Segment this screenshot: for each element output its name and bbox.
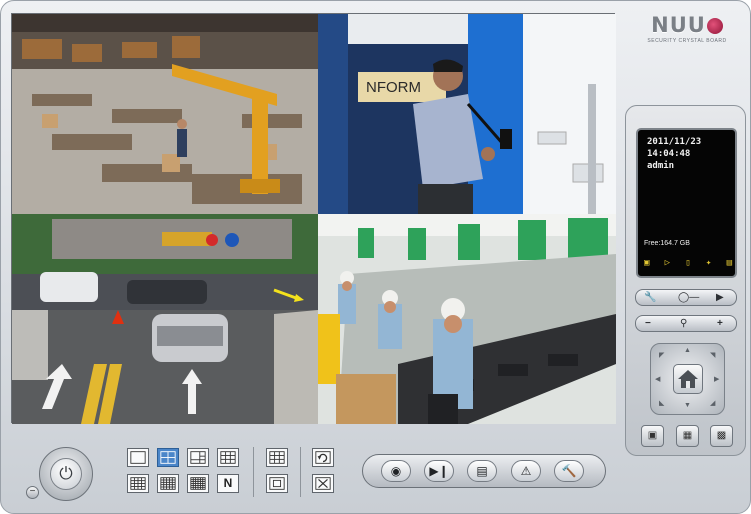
minimize-button[interactable]: − xyxy=(26,486,39,499)
pan-up-left-button[interactable]: ◤ xyxy=(659,351,664,359)
camera-view-4[interactable] xyxy=(318,214,616,424)
phone-icon: ▯ xyxy=(685,258,691,268)
schedule-icon: ▤ xyxy=(476,464,488,478)
zoom-control-row: − ⚲ + xyxy=(635,315,737,332)
dial-icon[interactable]: ◯― xyxy=(678,290,699,305)
home-icon xyxy=(678,370,698,388)
close-icon xyxy=(315,477,331,490)
record-button[interactable]: ◉ xyxy=(381,460,411,482)
toolbar-divider xyxy=(300,447,301,497)
pan-down-left-button[interactable]: ◣ xyxy=(659,399,664,407)
layout-3x3-button[interactable] xyxy=(217,448,239,467)
layout-n-button[interactable]: N xyxy=(217,474,239,493)
camera-view-2[interactable]: NFORM xyxy=(318,14,616,214)
network-icon: ▤ xyxy=(726,258,732,268)
layout-6x6-icon xyxy=(190,477,206,490)
refresh-icon xyxy=(315,451,331,464)
pan-up-right-button[interactable]: ◥ xyxy=(710,351,715,359)
status-date: 2011/11/23 xyxy=(647,137,702,147)
main-window: NFORM NUU SECURITY CRYSTAL BOARD 2011/11… xyxy=(0,0,751,514)
preset-3-icon: ▩ xyxy=(716,430,727,441)
pan-up-button[interactable]: ▲ xyxy=(684,347,691,354)
layout-1plus3-button[interactable] xyxy=(187,448,209,467)
logo-subtitle: SECURITY CRYSTAL BOARD xyxy=(647,38,727,44)
power-button[interactable]: ⏻ xyxy=(39,447,93,501)
full-grid-button[interactable] xyxy=(266,448,288,467)
layout-1plus3-icon xyxy=(190,451,206,464)
layout-5x5-icon xyxy=(160,477,176,490)
layout-5x5-button[interactable] xyxy=(157,474,179,493)
layout-1x1-icon xyxy=(130,451,146,464)
alert-icon: ⚠ xyxy=(520,464,532,478)
settings-icon[interactable]: 🔧 xyxy=(644,290,656,305)
status-time: 14:04:48 xyxy=(647,149,691,159)
alert-button[interactable]: ⚠ xyxy=(511,460,541,482)
logo-wordmark: NUU xyxy=(637,13,737,37)
pan-right-button[interactable]: ▶ xyxy=(714,375,719,383)
free-space-readout: Free:164.7 GB xyxy=(644,240,690,247)
status-user: admin xyxy=(647,161,675,171)
pan-left-button[interactable]: ◀ xyxy=(655,375,660,383)
preset-3-button[interactable]: ▩ xyxy=(710,425,733,447)
layout-4x4-icon xyxy=(130,477,146,490)
layout-4x4-button[interactable] xyxy=(127,474,149,493)
home-button[interactable] xyxy=(673,364,703,394)
logo-text: NUU xyxy=(651,13,706,37)
preset-2-button[interactable]: ▦ xyxy=(676,425,699,447)
main-toolbar: ◉ ▶❙ ▤ ⚠ 🔨 xyxy=(362,454,606,488)
close-view-button[interactable] xyxy=(312,474,334,493)
brand-logo: NUU SECURITY CRYSTAL BOARD xyxy=(637,13,737,53)
layout-2x2-button[interactable] xyxy=(157,448,179,467)
ptz-control-row: 🔧 ◯― ▶ xyxy=(635,289,737,306)
zoom-out-button[interactable]: − xyxy=(645,316,651,331)
speaker-icon: ▷ xyxy=(664,258,671,268)
video-grid: NFORM xyxy=(11,13,616,424)
status-icons: ▣ ▷ ▯ ✦ ▤ xyxy=(644,256,732,270)
monitor-icon: ▣ xyxy=(644,258,650,268)
refresh-button[interactable] xyxy=(312,448,334,467)
toolbar-divider xyxy=(253,447,254,497)
full-grid-icon xyxy=(269,451,285,464)
schedule-button[interactable]: ▤ xyxy=(467,460,497,482)
logo-dot-icon xyxy=(706,18,723,34)
layout-1x1-button[interactable] xyxy=(127,448,149,467)
pan-down-right-button[interactable]: ◢ xyxy=(710,399,715,407)
preset-1-icon: ▣ xyxy=(647,430,658,441)
zoom-in-button[interactable]: + xyxy=(717,316,723,331)
status-display: 2011/11/23 14:04:48 admin Free:164.7 GB … xyxy=(636,128,737,278)
grid-inset-icon xyxy=(269,477,285,490)
power-icon: ⏻ xyxy=(50,458,82,490)
layout-2x2-icon xyxy=(160,451,176,464)
playback-icon: ▶❙ xyxy=(429,464,449,478)
record-icon: ◉ xyxy=(390,464,402,478)
grid-inset-button[interactable] xyxy=(266,474,288,493)
tools-icon: 🔨 xyxy=(561,464,577,478)
door-sign-text: NFORM xyxy=(366,79,421,96)
camera-view-3[interactable] xyxy=(12,214,318,424)
layout-6x6-button[interactable] xyxy=(187,474,209,493)
preset-2-icon: ▦ xyxy=(682,430,693,441)
ptz-dpad: ▲ ▼ ◀ ▶ ◤ ◥ ◣ ◢ xyxy=(650,343,725,415)
zoom-icon: ⚲ xyxy=(680,318,688,329)
camera-view-1[interactable] xyxy=(12,14,318,214)
preset-1-button[interactable]: ▣ xyxy=(641,425,664,447)
play-icon[interactable]: ▶ xyxy=(716,290,724,305)
satellite-icon: ✦ xyxy=(705,258,712,268)
tools-button[interactable]: 🔨 xyxy=(554,460,584,482)
layout-n-label: N xyxy=(223,476,233,490)
layout-3x3-icon xyxy=(220,451,236,464)
playback-button[interactable]: ▶❙ xyxy=(424,460,454,482)
pan-down-button[interactable]: ▼ xyxy=(684,402,691,409)
